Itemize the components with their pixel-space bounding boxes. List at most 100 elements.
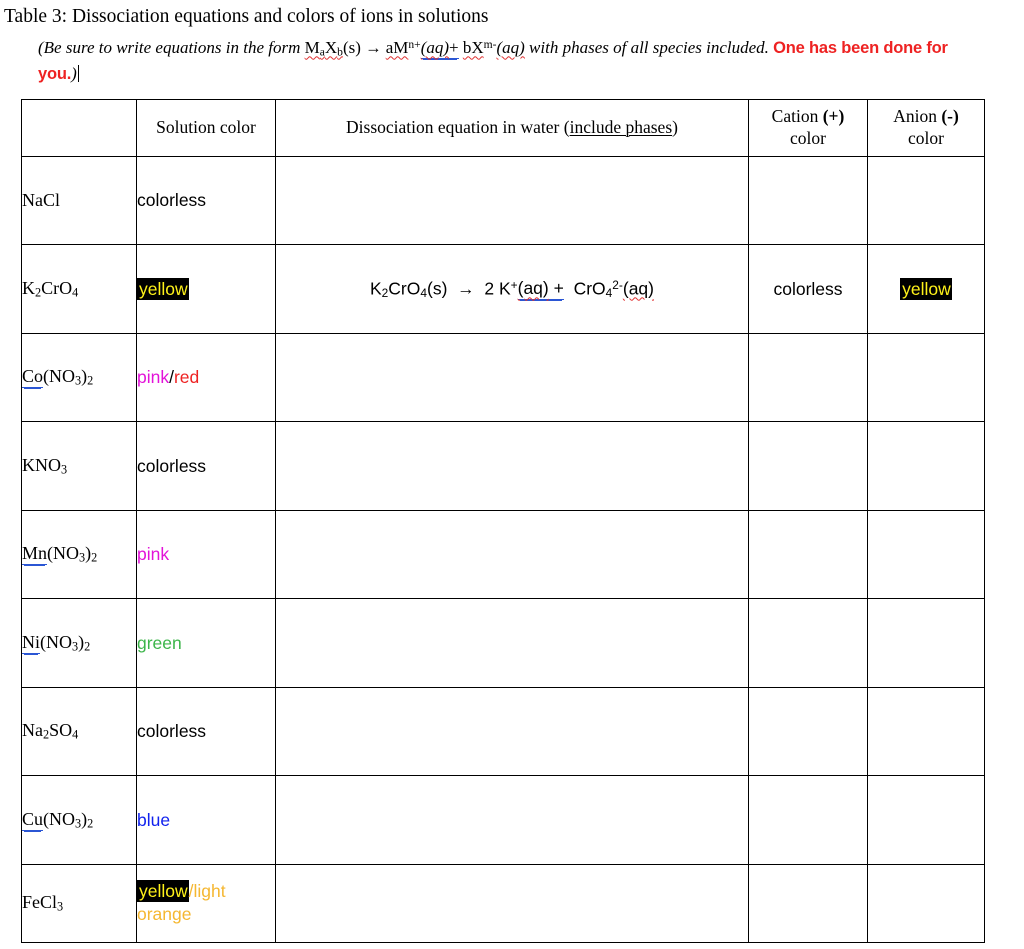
eq-coefficient: 2	[484, 278, 495, 299]
eq-plus-sign: +	[553, 278, 564, 299]
cation-color-mnno32[interactable]	[748, 509, 868, 600]
anion-color-na2so4[interactable]	[867, 686, 985, 777]
anion-color-cuno32[interactable]	[867, 775, 985, 865]
nino32-sub2: 2	[84, 639, 91, 654]
formula-X: X	[324, 38, 338, 58]
compound-fecl3: FeCl3	[21, 863, 137, 943]
equation-mnno32[interactable]	[275, 509, 749, 600]
eq-anion: CrO	[573, 278, 606, 299]
solution-color-k2cro4-text: yellow	[137, 277, 189, 300]
compound-mnno32: Mn(NO3)2	[21, 509, 137, 600]
text-cursor	[77, 64, 79, 82]
eq-anion-phase: (aq)	[622, 278, 654, 299]
equation-cono32[interactable]	[275, 332, 749, 423]
solution-color-nacl[interactable]: colorless	[136, 155, 276, 246]
solution-color-mnno32-text: pink	[137, 544, 170, 565]
cono32-no: (NO	[43, 366, 76, 387]
generic-plus-sign: +	[449, 38, 459, 58]
compound-cono32: Co(NO3)2	[21, 332, 137, 423]
solution-color-kno3[interactable]: colorless	[136, 421, 276, 511]
header-cation-sign: (+)	[822, 105, 845, 126]
eq-cation-phase: (aq)	[517, 278, 549, 299]
na2so4-na: Na	[22, 720, 43, 741]
table-row: FeCl3 yellow/light orange	[21, 863, 985, 943]
solution-color-na2so4[interactable]: colorless	[136, 686, 276, 777]
header-dissociation-close: )	[672, 116, 678, 137]
cuno32-cu: Cu	[22, 808, 44, 831]
formula-M: M	[304, 38, 320, 58]
solution-color-k2cro4[interactable]: yellow	[136, 244, 276, 334]
equation-kno3[interactable]	[275, 421, 749, 511]
solution-color-cono32[interactable]: pink/red	[136, 332, 276, 423]
k2cro4-k: K	[22, 277, 35, 298]
compound-nacl: NaCl	[21, 155, 137, 246]
anion-color-k2cro4[interactable]: yellow	[867, 244, 985, 334]
cation-color-fecl3[interactable]	[748, 863, 868, 943]
header-dissociation-equation: Dissociation equation in water (include …	[275, 98, 749, 157]
header-anion-color-word: color	[908, 127, 944, 148]
generic-anion-phase: (aq)	[496, 38, 525, 58]
anion-color-nacl[interactable]	[867, 155, 985, 246]
k2cro4-sub4: 4	[72, 285, 79, 300]
solution-color-cuno32-text: blue	[137, 809, 171, 830]
table-row: Mn(NO3)2 pink	[21, 509, 985, 600]
equation-nacl[interactable]	[275, 155, 749, 246]
cation-color-cono32[interactable]	[748, 332, 868, 423]
anion-color-nino32[interactable]	[867, 598, 985, 688]
eq-arrow-icon: →	[457, 278, 475, 299]
solution-color-cuno32[interactable]: blue	[136, 775, 276, 865]
equation-nino32[interactable]	[275, 598, 749, 688]
eq-reactant-mid: CrO	[388, 278, 421, 299]
cation-color-k2cro4[interactable]: colorless	[748, 244, 868, 334]
cation-color-cuno32[interactable]	[748, 775, 868, 865]
compound-k2cro4: K2CrO4	[21, 244, 137, 334]
table-row: Co(NO3)2 pink/red	[21, 332, 985, 423]
instructions-lead: (Be sure to write equations in the form	[38, 38, 305, 58]
reaction-arrow-icon: →	[365, 39, 382, 58]
equation-k2cro4[interactable]: K2CrO4(s) → 2 K+(aq) + CrO42-(aq)	[275, 244, 749, 334]
instructions-close-paren: )	[71, 63, 77, 83]
compound-na2so4: Na2SO4	[21, 686, 137, 777]
fecl3-sub3: 3	[57, 899, 64, 914]
compound-cuno32: Cu(NO3)2	[21, 775, 137, 865]
cation-color-nino32[interactable]	[748, 598, 868, 688]
header-solution-color: Solution color	[136, 98, 276, 157]
table-header-row: Solution color Dissociation equation in …	[21, 98, 985, 157]
eq-cation: K	[498, 278, 511, 299]
anion-color-fecl3[interactable]	[867, 863, 985, 943]
table-row: K2CrO4 yellow K2CrO4(s) → 2 K+(aq) + CrO…	[21, 244, 985, 334]
anion-color-cono32[interactable]	[867, 332, 985, 423]
compound-kno3: KNO3	[21, 421, 137, 511]
solution-color-na2so4-text: colorless	[137, 721, 207, 742]
mnno32-sub2: 2	[91, 550, 98, 565]
generic-formula-reactant: MaXb	[304, 38, 343, 59]
eq-reactant: K	[369, 278, 382, 299]
cation-color-kno3[interactable]	[748, 421, 868, 511]
solution-color-cono32-pink: pink	[137, 367, 170, 388]
header-cation-color: Cation (+) color	[748, 98, 868, 157]
kno3-sub3: 3	[61, 462, 68, 477]
solution-color-cono32-red: red	[173, 367, 200, 388]
cation-color-k2cro4-text: colorless	[773, 278, 843, 299]
cation-color-nacl[interactable]	[748, 155, 868, 246]
equation-cuno32[interactable]	[275, 775, 749, 865]
solution-color-fecl3[interactable]: yellow/light orange	[136, 863, 276, 943]
eq-reactant-sub2: 4	[420, 285, 427, 300]
generic-cation-phase: (aq)	[420, 38, 450, 58]
solution-color-mnno32[interactable]: pink	[136, 509, 276, 600]
table-row: Ni(NO3)2 green	[21, 598, 985, 688]
generic-cation: aM	[385, 38, 409, 58]
solution-color-nino32[interactable]: green	[136, 598, 276, 688]
equation-fecl3[interactable]	[275, 863, 749, 943]
solution-color-kno3-text: colorless	[137, 455, 207, 476]
anion-color-mnno32[interactable]	[867, 509, 985, 600]
na2so4-so: SO	[49, 720, 73, 741]
cation-color-na2so4[interactable]	[748, 686, 868, 777]
cono32-sub2: 2	[87, 373, 94, 388]
anion-color-kno3[interactable]	[867, 421, 985, 511]
equation-na2so4[interactable]	[275, 686, 749, 777]
compound-nacl-text: NaCl	[22, 189, 60, 210]
fecl3-fecl: FeCl	[22, 891, 58, 912]
instructions-tail: with phases of all species included.	[524, 38, 774, 58]
solution-color-nino32-text: green	[137, 632, 182, 653]
